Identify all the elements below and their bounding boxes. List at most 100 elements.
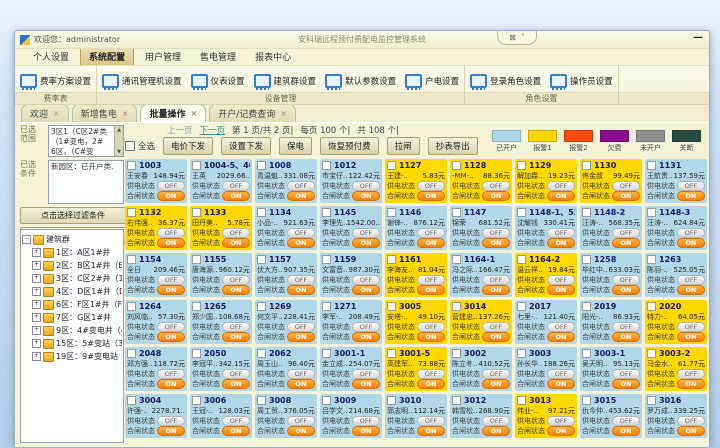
card-checkbox[interactable] bbox=[127, 208, 136, 217]
meter-card[interactable]: 1012市宝仔..122.42元供电状态OFF合闸状态ON bbox=[320, 159, 382, 203]
card-checkbox[interactable] bbox=[452, 349, 461, 358]
card-checkbox[interactable] bbox=[517, 255, 526, 264]
card-checkbox[interactable] bbox=[647, 349, 656, 358]
meter-card[interactable]: 3003-2马金水..61.77元供电状态OFF合闸状态ON bbox=[645, 347, 707, 391]
ribbon-button[interactable]: 默认参数设置 bbox=[325, 74, 396, 88]
toolbar-button[interactable]: 设置下发 bbox=[221, 137, 271, 155]
select-all-checkbox[interactable] bbox=[125, 141, 135, 151]
card-checkbox[interactable] bbox=[257, 396, 266, 405]
skin-switcher[interactable]: ⊠˅ bbox=[497, 31, 537, 45]
meter-card[interactable]: 3010郭志明..112.14元供电状态OFF合闸状态ON bbox=[385, 394, 447, 438]
card-checkbox[interactable] bbox=[387, 161, 396, 170]
card-checkbox[interactable] bbox=[647, 161, 656, 170]
meter-card[interactable]: 3014营建忠..137.26元供电状态OFF合闸状态ON bbox=[450, 300, 512, 344]
card-checkbox[interactable] bbox=[647, 255, 656, 264]
meter-card[interactable]: 3003孙长华..188.26元供电状态OFF合闸状态ON bbox=[515, 347, 577, 391]
doc-tab-3[interactable]: 批量操作× bbox=[140, 104, 206, 122]
card-checkbox[interactable] bbox=[257, 255, 266, 264]
listbox-item[interactable]: 6区，（C#变 bbox=[51, 147, 114, 157]
close-tab-icon[interactable]: × bbox=[53, 109, 60, 118]
meter-card[interactable]: 1269何文平..228.41元供电状态OFF合闸状态ON bbox=[255, 300, 317, 344]
card-checkbox[interactable] bbox=[452, 208, 461, 217]
card-checkbox[interactable] bbox=[322, 208, 331, 217]
selected-condition-box[interactable]: 新园区：已开户类. bbox=[48, 160, 124, 204]
ribbon-button[interactable]: 建筑群设置 bbox=[254, 74, 317, 88]
meter-card[interactable]: 1130佟金叔99.49元供电状态OFF合闸状态ON bbox=[580, 159, 642, 203]
tree-item[interactable]: +7区：G区1#井 bbox=[22, 311, 122, 324]
meter-card[interactable]: 1271李军-..208.49元供电状态OFF合闸状态ON bbox=[320, 300, 382, 344]
card-checkbox[interactable] bbox=[322, 396, 331, 405]
card-checkbox[interactable] bbox=[582, 302, 591, 311]
card-checkbox[interactable] bbox=[517, 208, 526, 217]
selected-range-listbox[interactable]: ▲▼ 3区1（C区2#类（1#变电，2#6区，（C#变 bbox=[48, 125, 124, 157]
meter-card[interactable]: 1264刘风临..57.30元供电状态OFF合闸状态ON bbox=[125, 300, 187, 344]
meter-card[interactable]: 1164-2温云祥..19.84元供电状态OFF合闸状态ON bbox=[515, 253, 577, 297]
listbox-spinner[interactable]: ▲▼ bbox=[114, 126, 123, 156]
spin-up-icon[interactable]: ▲ bbox=[117, 127, 121, 134]
card-checkbox[interactable] bbox=[127, 396, 136, 405]
menu-item-2[interactable]: 系统配置 bbox=[80, 47, 134, 65]
card-checkbox[interactable] bbox=[582, 161, 591, 170]
card-checkbox[interactable] bbox=[127, 161, 136, 170]
menu-item-5[interactable]: 报表中心 bbox=[247, 48, 299, 65]
meter-card[interactable]: 1133田丹美..5.78元供电状态OFF合闸状态ON bbox=[190, 206, 252, 250]
meter-card[interactable]: 1132右伟强..36.37元供电状态OFF合闸状态ON bbox=[125, 206, 187, 250]
card-checkbox[interactable] bbox=[582, 396, 591, 405]
card-checkbox[interactable] bbox=[517, 349, 526, 358]
collapse-icon[interactable]: − bbox=[22, 235, 31, 244]
minimize-button[interactable]: — bbox=[693, 32, 703, 43]
card-checkbox[interactable] bbox=[582, 255, 591, 264]
menu-item-4[interactable]: 售电管理 bbox=[192, 48, 244, 65]
ribbon-button[interactable]: 户电设置 bbox=[405, 74, 459, 88]
toolbar-button[interactable]: 抄表导出 bbox=[428, 137, 478, 155]
meter-card[interactable]: 1004-5、40—王英2029.66..供电状态OFF合闸状态ON bbox=[190, 159, 252, 203]
card-checkbox[interactable] bbox=[387, 396, 396, 405]
toolbar-button[interactable]: 恢复预付费 bbox=[320, 137, 379, 155]
card-checkbox[interactable] bbox=[257, 349, 266, 358]
meter-card[interactable]: 1008青温魁..331.08元供电状态OFF合闸状态ON bbox=[255, 159, 317, 203]
card-checkbox[interactable] bbox=[192, 396, 201, 405]
card-checkbox[interactable] bbox=[192, 208, 201, 217]
card-checkbox[interactable] bbox=[647, 302, 656, 311]
meter-card[interactable]: 1127王建-..5.83元供电状态OFF合闸状态ON bbox=[385, 159, 447, 203]
card-checkbox[interactable] bbox=[322, 349, 331, 358]
meter-card[interactable]: 1131王航贵..137.59元供电状态OFF合闸状态ON bbox=[645, 159, 707, 203]
meter-card[interactable]: 3001-1金立成..254.07元供电状态OFF合闸状态ON bbox=[320, 347, 382, 391]
meter-card[interactable]: 1145李理先..1542.00..供电状态OFF合闸状态ON bbox=[320, 206, 382, 250]
meter-card[interactable]: 1263陈羽-..525.05元供电状态OFF合闸状态ON bbox=[645, 253, 707, 297]
meter-card[interactable]: 2017七里-..121.40元供电状态OFF合闸状态ON bbox=[515, 300, 577, 344]
expand-icon[interactable]: + bbox=[32, 261, 41, 270]
meter-card[interactable]: 3008周工贸..376.05元供电状态OFF合闸状态ON bbox=[255, 394, 317, 438]
card-checkbox[interactable] bbox=[257, 302, 266, 311]
card-checkbox[interactable] bbox=[582, 349, 591, 358]
ribbon-button[interactable]: 通讯管理机设置 bbox=[102, 74, 182, 88]
expand-icon[interactable]: + bbox=[32, 287, 41, 296]
card-checkbox[interactable] bbox=[192, 161, 201, 170]
ribbon-button[interactable]: 操作员设置 bbox=[550, 74, 613, 88]
expand-icon[interactable]: + bbox=[32, 339, 41, 348]
ribbon-button[interactable]: 费率方案设置 bbox=[20, 74, 91, 88]
tree-item[interactable]: +1区：A区1#井 bbox=[22, 246, 122, 259]
meter-card[interactable]: 1003王安春148.94元供电状态OFF合闸状态ON bbox=[125, 159, 187, 203]
ribbon-button[interactable]: 仪表设置 bbox=[191, 74, 245, 88]
card-checkbox[interactable] bbox=[192, 349, 201, 358]
doc-tab-2[interactable]: 新增售电× bbox=[72, 104, 138, 122]
card-checkbox[interactable] bbox=[192, 302, 201, 311]
meter-card[interactable]: 3005安塔-..49.10元供电状态OFF合闸状态ON bbox=[385, 300, 447, 344]
card-checkbox[interactable] bbox=[517, 396, 526, 405]
meter-card[interactable]: 1147锦荣681.52元供电状态OFF合闸状态ON bbox=[450, 206, 512, 250]
meter-card[interactable]: 1148-1、522沈耀钱330.41元供电状态OFF合闸状态ON bbox=[515, 206, 577, 250]
meter-card[interactable]: 1161李海友..81.04元供电状态OFF合闸状态ON bbox=[385, 253, 447, 297]
meter-card[interactable]: 3002陈立冬..410.52元供电状态OFF合闸状态ON bbox=[450, 347, 512, 391]
card-checkbox[interactable] bbox=[452, 161, 461, 170]
card-checkbox[interactable] bbox=[452, 396, 461, 405]
meter-card[interactable]: 1134小品-..921.63元供电状态OFF合闸状态ON bbox=[255, 206, 317, 250]
card-checkbox[interactable] bbox=[647, 396, 656, 405]
style-grid-icon[interactable]: ⊠ bbox=[509, 33, 516, 42]
doc-tab-4[interactable]: 开户/记费查询× bbox=[209, 104, 296, 122]
listbox-item[interactable]: 3区1（C区2#类 bbox=[51, 127, 114, 137]
toolbar-button[interactable]: 拉闸 bbox=[387, 137, 420, 155]
card-checkbox[interactable] bbox=[257, 208, 266, 217]
tree-root[interactable]: −建筑群 bbox=[22, 233, 122, 246]
meter-card[interactable]: 1129解加霖..19.23元供电状态OFF合闸状态ON bbox=[515, 159, 577, 203]
